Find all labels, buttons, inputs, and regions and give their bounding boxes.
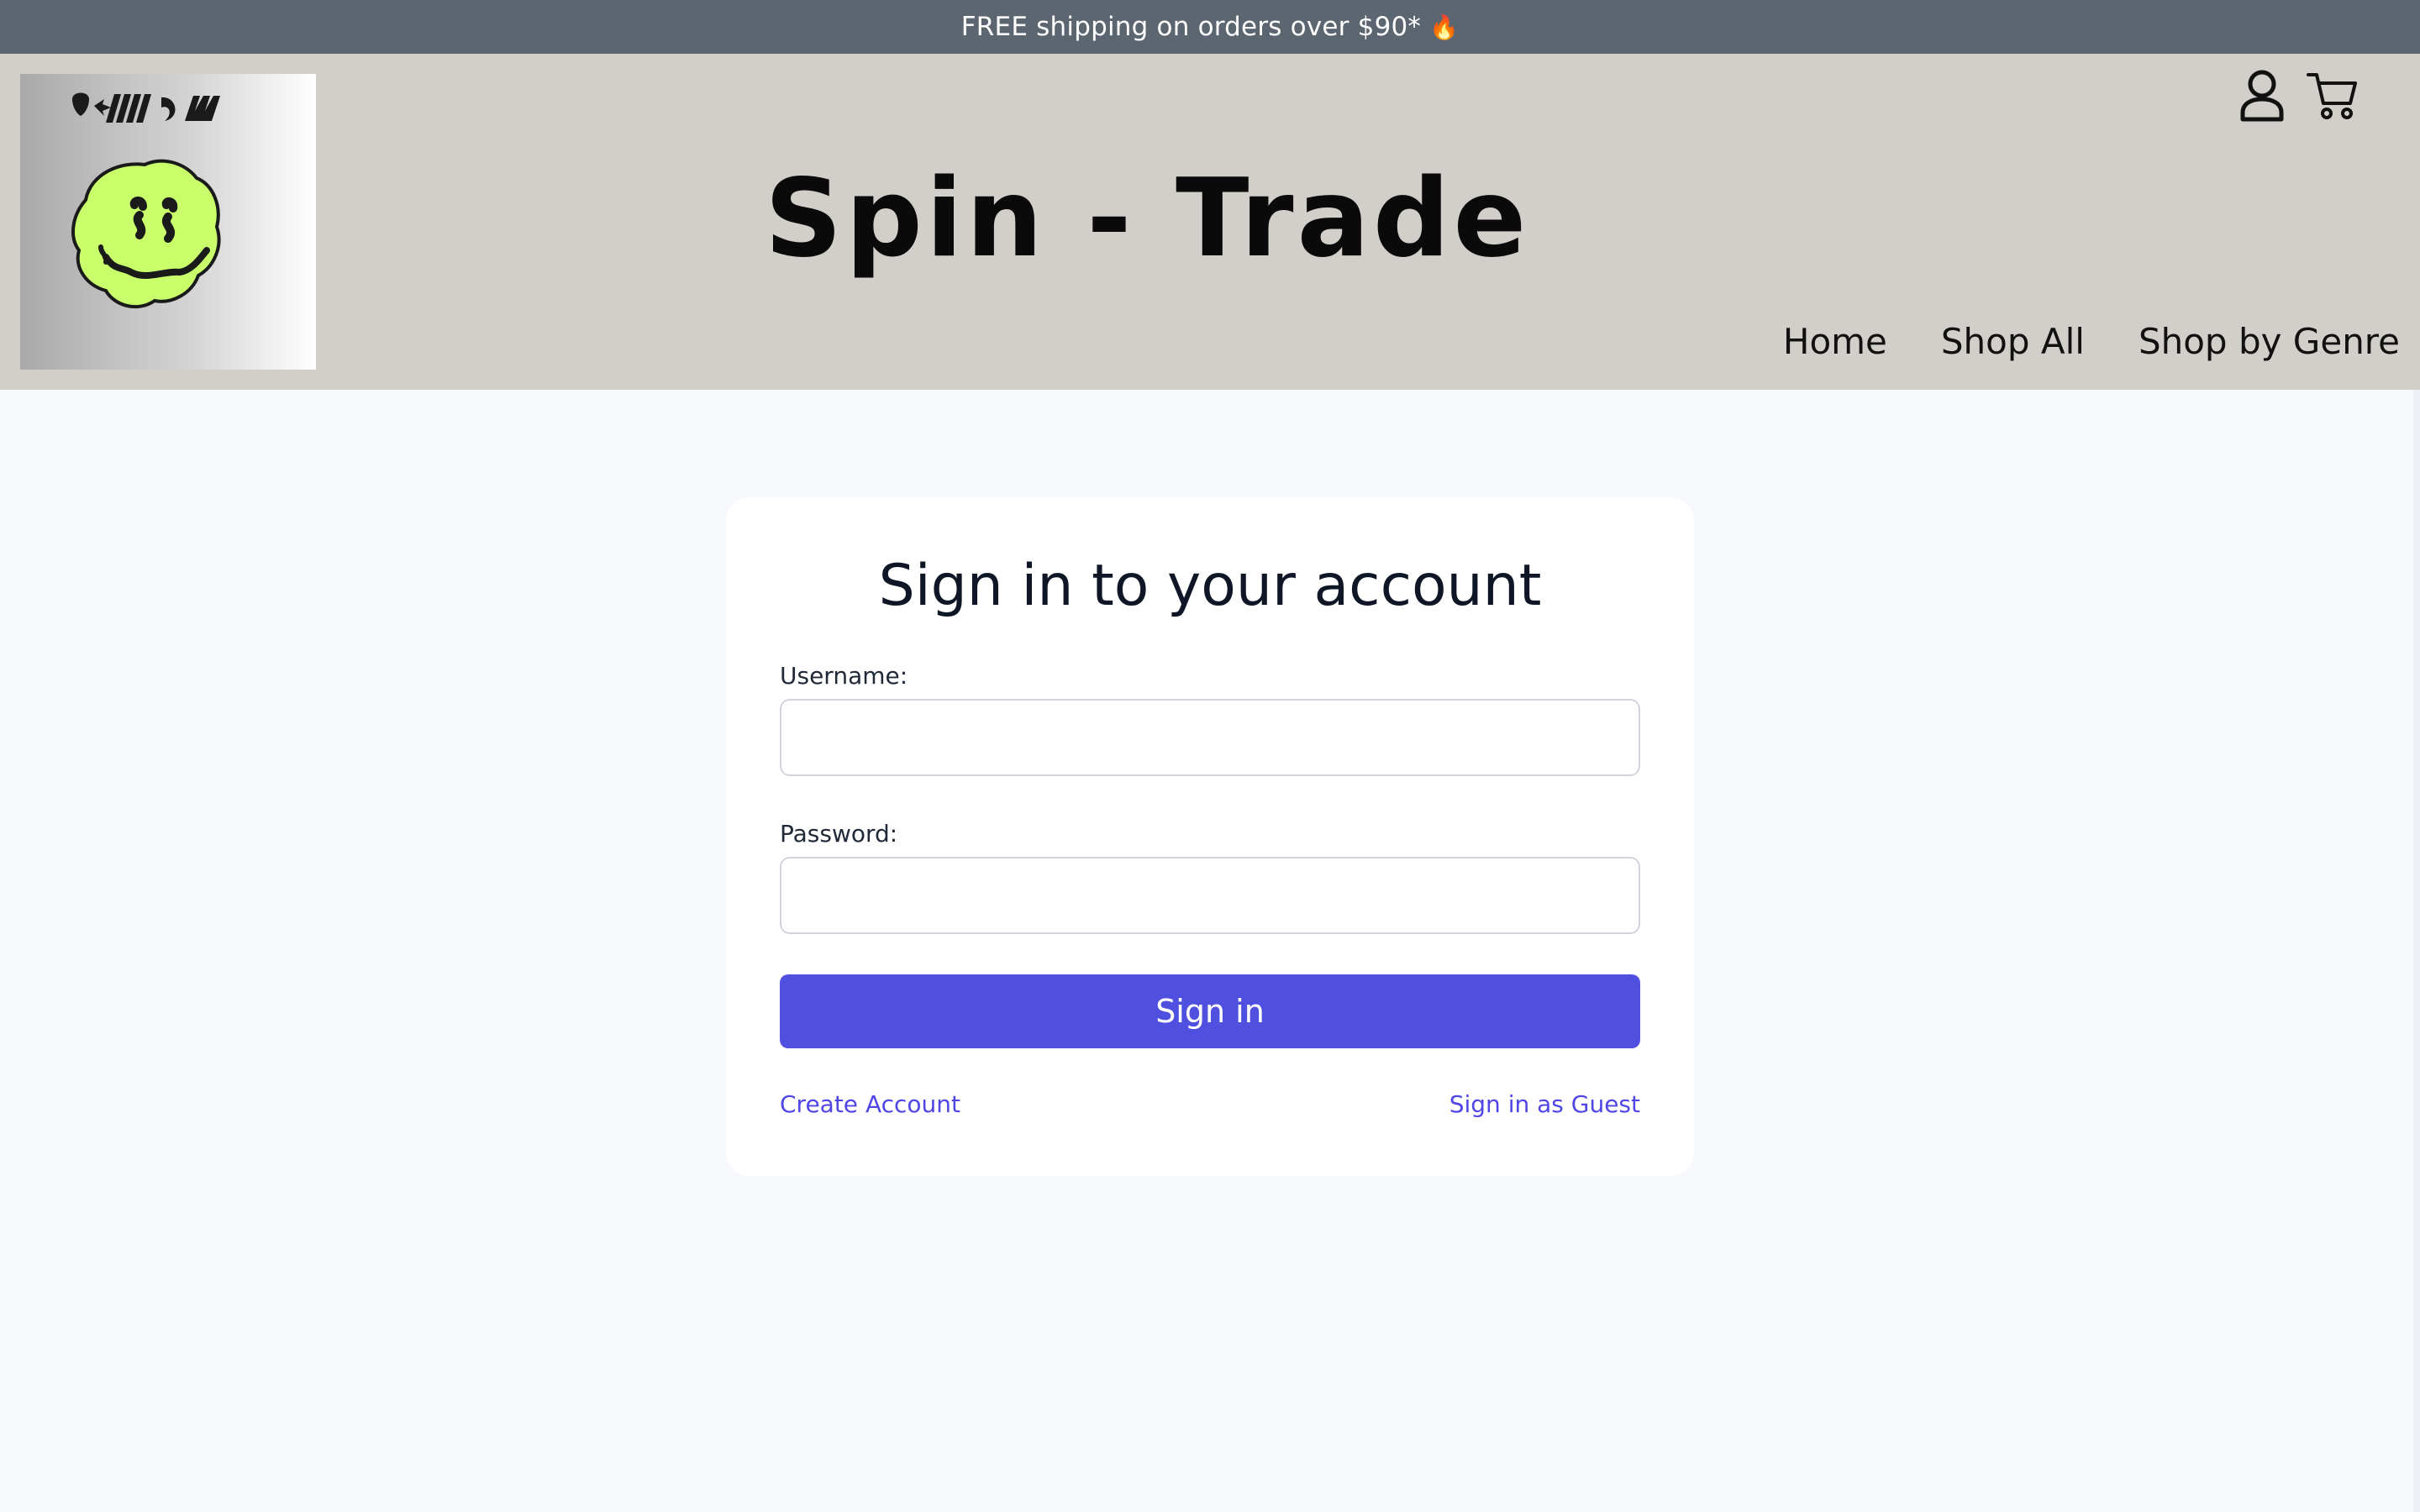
nav-home[interactable]: Home — [1783, 321, 1887, 362]
signin-button[interactable]: Sign in — [780, 974, 1640, 1048]
flame-icon: 🔥 — [1429, 13, 1460, 41]
site-header: Spin - Trade Home Shop All Shop by Genre — [0, 54, 2420, 390]
password-field[interactable] — [780, 857, 1640, 934]
site-title: Spin - Trade — [765, 156, 1530, 281]
username-label: Username: — [780, 662, 908, 690]
promo-text: FREE shipping on orders over $90* — [960, 12, 1422, 42]
username-field[interactable] — [780, 699, 1640, 776]
header-actions — [2235, 66, 2360, 126]
site-logo[interactable] — [20, 74, 316, 370]
create-account-link[interactable]: Create Account — [780, 1090, 960, 1118]
user-icon[interactable] — [2235, 66, 2289, 126]
smiley-logo-icon — [71, 92, 221, 309]
promo-banner: FREE shipping on orders over $90* 🔥 — [0, 0, 2420, 54]
cart-icon[interactable] — [2306, 66, 2360, 126]
guest-signin-link[interactable]: Sign in as Guest — [1449, 1090, 1640, 1118]
signin-heading: Sign in to your account — [878, 553, 1542, 619]
scrollbar-track[interactable] — [2413, 390, 2420, 1512]
nav-shop-all[interactable]: Shop All — [1941, 321, 2085, 362]
signin-card: Sign in to your account Username: Passwo… — [726, 497, 1694, 1176]
nav-shop-by-genre[interactable]: Shop by Genre — [2139, 321, 2400, 362]
password-label: Password: — [780, 820, 898, 848]
main-nav: Home Shop All Shop by Genre — [1783, 321, 2400, 362]
